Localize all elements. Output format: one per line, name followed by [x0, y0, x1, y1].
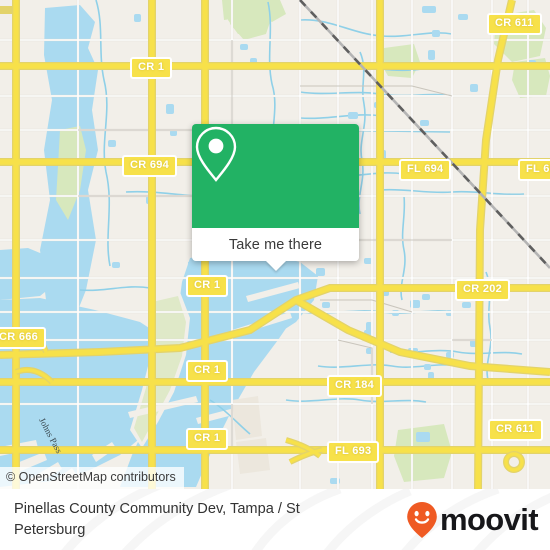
road-shield-cr666: CR 666 [0, 327, 47, 349]
popup-pin-area [192, 124, 359, 228]
road-shield-cr611-bottom: CR 611 [488, 419, 543, 441]
road-shield-cr1-bottom: CR 1 [186, 428, 229, 450]
take-me-there-label: Take me there [228, 236, 323, 253]
road-shield-cr1-lower: CR 1 [186, 360, 229, 382]
road-shield-fl694-mid: FL 694 [399, 159, 452, 181]
map-screenshot: Johns Pass CR 1 CR 611 CR 694 FL 694 FL … [0, 0, 550, 550]
road-shield-cr184: CR 184 [327, 375, 383, 397]
destination-popup-card[interactable]: Take me there [192, 124, 359, 271]
moovit-logo[interactable]: moovit [406, 501, 539, 539]
map-canvas[interactable]: Johns Pass CR 1 CR 611 CR 694 FL 694 FL … [0, 0, 550, 489]
road-shield-cr202: CR 202 [455, 279, 511, 301]
road-shield-fl694-right: FL 694 [518, 159, 550, 181]
map-pin-icon [195, 126, 237, 182]
take-me-there-button[interactable]: Take me there [192, 228, 359, 271]
road-shield-cr1-north: CR 1 [130, 57, 173, 79]
road-shield-cr694: CR 694 [122, 155, 178, 177]
road-shield-cr1-mid: CR 1 [186, 275, 229, 297]
footer-bar: Pinellas County Community Dev, Tampa / S… [0, 489, 550, 550]
moovit-smiley-pin-icon [407, 501, 437, 538]
place-name: Pinellas County Community Dev, Tampa / S… [14, 500, 300, 538]
popup-tail [265, 261, 286, 271]
moovit-wordmark: moovit [439, 502, 539, 537]
road-shield-fl693: FL 693 [327, 441, 380, 463]
road-shield-cr611-top: CR 611 [487, 13, 542, 35]
map-attribution[interactable]: © OpenStreetMap contributors [0, 467, 184, 489]
